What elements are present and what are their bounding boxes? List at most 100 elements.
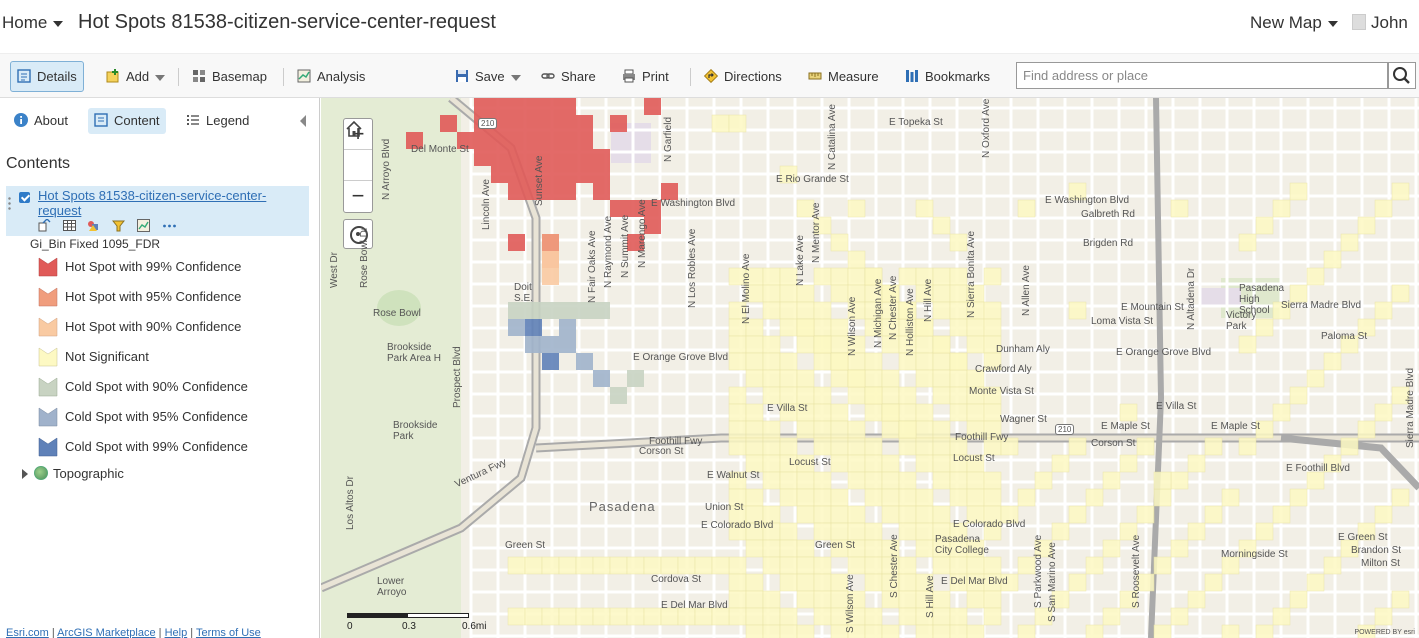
hotspot-cell[interactable] (1102, 471, 1121, 490)
hotspot-cell[interactable] (864, 607, 883, 626)
hotspot-cell[interactable] (559, 132, 576, 149)
hotspot-cell[interactable] (728, 352, 747, 371)
hotspot-cell[interactable] (1255, 624, 1274, 638)
hotspot-cell[interactable] (627, 370, 644, 387)
search-input[interactable] (1016, 62, 1388, 89)
hotspot-cell[interactable] (762, 590, 781, 609)
hotspot-cell[interactable] (745, 403, 764, 422)
hotspot-cell[interactable] (847, 369, 866, 388)
hotspot-cell[interactable] (576, 353, 593, 370)
hotspot-cell[interactable] (643, 556, 662, 575)
hotspot-cell[interactable] (779, 437, 798, 456)
hotspot-cell[interactable] (762, 301, 781, 320)
hotspot-cell[interactable] (864, 352, 883, 371)
hotspot-cell[interactable] (932, 437, 951, 456)
hotspot-cell[interactable] (1034, 471, 1053, 490)
hotspot-cell[interactable] (813, 403, 832, 422)
hotspot-cell[interactable] (830, 454, 849, 473)
hotspot-cell[interactable] (1391, 590, 1410, 609)
hotspot-cell[interactable] (1306, 573, 1325, 592)
hotspot-cell[interactable] (1085, 624, 1104, 638)
hotspot-cell[interactable] (898, 471, 917, 490)
hotspot-cell[interactable] (830, 318, 849, 337)
hotspot-cell[interactable] (728, 573, 747, 592)
hotspot-cell[interactable] (643, 607, 662, 626)
hotspot-cell[interactable] (1340, 437, 1359, 456)
hotspot-cell[interactable] (949, 403, 968, 422)
hotspot-cell[interactable] (593, 370, 610, 387)
hotspot-cell[interactable] (542, 234, 559, 251)
hotspot-cell[interactable] (1187, 590, 1206, 609)
hotspot-cell[interactable] (1119, 454, 1138, 473)
hotspot-cell[interactable] (796, 488, 815, 507)
hotspot-cell[interactable] (508, 166, 525, 183)
hotspot-cell[interactable] (1272, 505, 1291, 524)
hotspot-cell[interactable] (779, 556, 798, 575)
hotspot-cell[interactable] (915, 488, 934, 507)
hotspot-cell[interactable] (1017, 624, 1036, 638)
hotspot-cell[interactable] (525, 115, 542, 132)
hotspot-cell[interactable] (898, 590, 917, 609)
hotspot-cell[interactable] (949, 488, 968, 507)
hotspot-cell[interactable] (813, 301, 832, 320)
hotspot-cell[interactable] (932, 505, 951, 524)
hotspot-cell[interactable] (796, 624, 815, 638)
hotspot-cell[interactable] (1272, 607, 1291, 626)
table-icon[interactable] (62, 219, 76, 232)
hotspot-cell[interactable] (796, 556, 815, 575)
hotspot-cell[interactable] (1187, 454, 1206, 473)
hotspot-cell[interactable] (1085, 556, 1104, 575)
hotspot-cell[interactable] (745, 420, 764, 439)
hotspot-cell[interactable] (864, 471, 883, 490)
hotspot-cell[interactable] (559, 98, 576, 115)
hotspot-cell[interactable] (847, 267, 866, 286)
hotspot-cell[interactable] (728, 335, 747, 354)
hotspot-cell[interactable] (1119, 403, 1138, 422)
hotspot-cell[interactable] (915, 335, 934, 354)
hotspot-cell[interactable] (847, 386, 866, 405)
hotspot-cell[interactable] (542, 115, 559, 132)
hotspot-cell[interactable] (983, 556, 1002, 575)
hotspot-cell[interactable] (966, 318, 985, 337)
hotspot-cell[interactable] (898, 403, 917, 422)
hotspot-cell[interactable] (524, 607, 543, 626)
hotspot-cell[interactable] (660, 556, 679, 575)
hotspot-cell[interactable] (813, 335, 832, 354)
hotspot-cell[interactable] (1289, 182, 1308, 201)
hotspot-cell[interactable] (881, 454, 900, 473)
hotspot-cell[interactable] (966, 471, 985, 490)
hotspot-cell[interactable] (1170, 539, 1189, 558)
hotspot-cell[interactable] (711, 114, 730, 133)
hotspot-cell[interactable] (898, 488, 917, 507)
hotspot-cell[interactable] (1306, 267, 1325, 286)
hotspot-cell[interactable] (1136, 505, 1155, 524)
hotspot-cell[interactable] (1051, 522, 1070, 541)
hotspot-cell[interactable] (898, 522, 917, 541)
hotspot-cell[interactable] (864, 437, 883, 456)
hotspot-cell[interactable] (1102, 539, 1121, 558)
hotspot-cell[interactable] (779, 284, 798, 303)
hotspot-cell[interactable] (966, 488, 985, 507)
hotspot-cell[interactable] (1153, 488, 1172, 507)
hotspot-cell[interactable] (542, 336, 559, 353)
hotspot-cell[interactable] (1374, 301, 1393, 320)
hotspot-cell[interactable] (813, 318, 832, 337)
hotspot-cell[interactable] (813, 607, 832, 626)
hotspot-cell[interactable] (592, 556, 611, 575)
hotspot-cell[interactable] (864, 573, 883, 592)
analysis-button[interactable]: Analysis (291, 61, 371, 92)
hotspot-cell[interactable] (983, 488, 1002, 507)
hotspot-cell[interactable] (932, 301, 951, 320)
hotspot-cell[interactable] (915, 420, 934, 439)
hotspot-cell[interactable] (864, 454, 883, 473)
hotspot-cell[interactable] (1153, 471, 1172, 490)
new-map-menu[interactable]: New Map (1250, 13, 1338, 33)
hotspot-cell[interactable] (932, 267, 951, 286)
hotspot-cell[interactable] (898, 420, 917, 439)
hotspot-cell[interactable] (864, 556, 883, 575)
hotspot-cell[interactable] (508, 132, 525, 149)
hotspot-cell[interactable] (507, 556, 526, 575)
hotspot-cell[interactable] (932, 386, 951, 405)
hotspot-cell[interactable] (1204, 505, 1223, 524)
hotspot-cell[interactable] (711, 556, 730, 575)
